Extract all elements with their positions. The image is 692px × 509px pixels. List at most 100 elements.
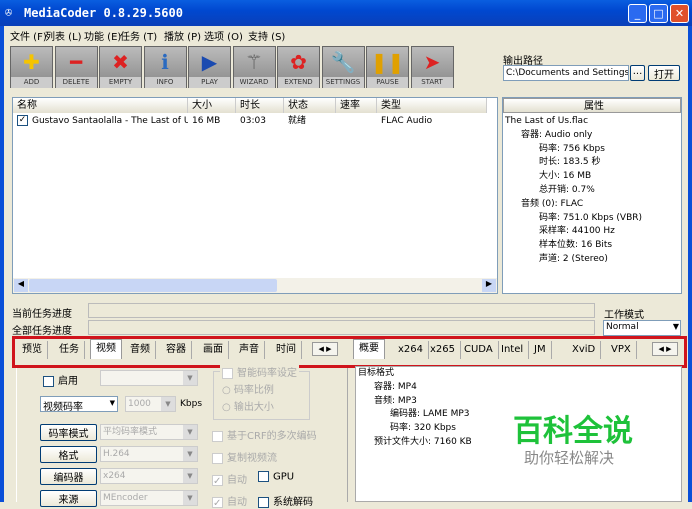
- rate-mode-select[interactable]: 平均码率模式 ▼: [100, 424, 198, 440]
- delete-icon: ━: [69, 50, 83, 74]
- column-header[interactable]: 名称: [13, 98, 188, 113]
- output-size-radio[interactable]: ○ 输出大小: [222, 398, 274, 413]
- maximize-button[interactable]: □: [649, 4, 668, 23]
- prop-item: 总开销: 0.7%: [539, 184, 595, 195]
- encoder-select[interactable]: x264 ▼: [100, 468, 198, 484]
- tab-left[interactable]: 音频: [125, 341, 156, 359]
- work-mode-label: 工作模式: [604, 310, 644, 321]
- scroll-left-icon[interactable]: ◀: [14, 279, 28, 292]
- open-button[interactable]: 打开: [648, 65, 680, 81]
- current-progress-bar: [88, 303, 595, 318]
- delete-button[interactable]: ━ DELETE: [54, 46, 98, 88]
- row-checkbox[interactable]: ✓: [17, 115, 28, 126]
- total-progress-label: 全部任务进度: [12, 326, 72, 337]
- left-tabs-scroll[interactable]: ◀ ▶: [312, 342, 338, 356]
- menu-item[interactable]: 任务 (T): [120, 28, 157, 43]
- tab-right[interactable]: CUDA: [459, 341, 499, 359]
- window-title: MediaCoder 0.8.29.5600: [24, 6, 183, 20]
- tab-left[interactable]: 任务: [54, 341, 85, 359]
- total-progress-bar: [88, 320, 595, 335]
- minimize-button[interactable]: _: [628, 4, 647, 23]
- empty-button[interactable]: ✖ EMPTY: [99, 46, 142, 88]
- work-mode-select[interactable]: Normal ▼: [603, 320, 681, 336]
- tab-left[interactable]: 画面: [198, 341, 229, 359]
- info-button[interactable]: ℹ INFO: [143, 46, 187, 88]
- summary-container: 容器: MP4: [374, 381, 417, 392]
- source-select[interactable]: MEncoder ▼: [100, 490, 198, 506]
- tab-right[interactable]: x265: [425, 341, 462, 359]
- pause-icon: ❚❚: [370, 50, 405, 74]
- bitrate-mode-select[interactable]: 视频码率 ▼: [40, 396, 118, 413]
- auto-checkbox[interactable]: ✓ 自动: [212, 471, 247, 487]
- toolbar-label: WIZARD: [233, 77, 275, 88]
- tab-left[interactable]: 声音: [234, 341, 265, 359]
- ratio-radio[interactable]: ○ 码率比例: [222, 381, 274, 396]
- tab-right[interactable]: JM: [529, 341, 552, 359]
- menu-item[interactable]: 列表 (L): [45, 28, 82, 43]
- enable-checkbox[interactable]: 启用: [43, 372, 78, 387]
- menu-item[interactable]: 文件 (F): [10, 28, 47, 43]
- scroll-thumb[interactable]: [29, 279, 277, 292]
- column-header[interactable]: 状态: [284, 98, 336, 113]
- bitrate-input[interactable]: 1000 ▼: [125, 396, 176, 412]
- cell-speed: [336, 113, 377, 129]
- column-header[interactable]: 速率: [336, 98, 377, 113]
- browse-button[interactable]: ...: [630, 65, 645, 81]
- column-header[interactable]: 类型: [377, 98, 487, 113]
- output-path-input[interactable]: C:\Documents and Settings\A: [503, 65, 629, 81]
- properties-header: 属性: [503, 98, 681, 113]
- system-decode-checkbox[interactable]: 系统解码: [258, 493, 313, 508]
- scroll-right-icon[interactable]: ▶: [482, 279, 496, 292]
- right-tabs-scroll[interactable]: ◀ ▶: [652, 342, 678, 356]
- tab-left[interactable]: 时间: [271, 341, 302, 359]
- format-button[interactable]: 格式: [40, 446, 97, 463]
- tab-right[interactable]: VPX: [606, 341, 637, 359]
- wizard-button[interactable]: ⚚ WIZARD: [232, 46, 276, 88]
- rate-mode-button[interactable]: 码率模式: [40, 424, 97, 441]
- menu-item[interactable]: 支持 (S): [248, 28, 285, 43]
- settings-button[interactable]: 🔧 SETTINGS: [321, 46, 365, 88]
- auto2-checkbox[interactable]: ✓ 自动: [212, 493, 247, 509]
- extend-button[interactable]: ✿ EXTEND: [277, 46, 320, 88]
- smart-bitrate-checkbox[interactable]: 智能码率设定: [220, 364, 299, 379]
- menu-item[interactable]: 播放 (P): [164, 28, 201, 43]
- tab-left[interactable]: 预览: [17, 341, 48, 359]
- prop-audio-item: 码率: 751.0 Kbps (VBR): [539, 212, 643, 223]
- title-bar: ✇ MediaCoder 0.8.29.5600: [0, 0, 692, 26]
- copy-stream-checkbox[interactable]: 复制视频流: [212, 449, 277, 464]
- encoder-button[interactable]: 编码器: [40, 468, 97, 485]
- play-button[interactable]: ▶ PLAY: [188, 46, 231, 88]
- toolbar-label: DELETE: [55, 77, 97, 88]
- tab-left[interactable]: 视频: [90, 339, 122, 359]
- column-header[interactable]: 大小: [188, 98, 236, 113]
- menu-item[interactable]: 选项 (O): [204, 28, 243, 43]
- prop-audio: 音频 (0): FLAC: [521, 198, 584, 209]
- crf-checkbox[interactable]: 基于CRF的多次编码: [212, 427, 317, 442]
- prop-file: The Last of Us.flac: [505, 116, 589, 126]
- kbps-label: Kbps: [180, 399, 203, 409]
- pause-button[interactable]: ❚❚ PAUSE: [366, 46, 409, 88]
- enable-select[interactable]: ▼: [100, 370, 198, 386]
- table-row[interactable]: ✓ Gustavo Santaolalla - The Last of Us 16…: [13, 113, 497, 129]
- menu-item[interactable]: 功能 (E): [84, 28, 121, 43]
- tab-left[interactable]: 容器: [161, 341, 192, 359]
- tab-right[interactable]: 概要: [353, 339, 385, 359]
- toolbar-label: ADD: [11, 77, 52, 88]
- horizontal-scrollbar[interactable]: ◀ ▶: [13, 278, 497, 293]
- column-header[interactable]: 时长: [236, 98, 284, 113]
- add-button[interactable]: ✚ ADD: [10, 46, 53, 88]
- start-button[interactable]: ➤ START: [410, 46, 454, 88]
- format-select[interactable]: H.264 ▼: [100, 446, 198, 462]
- cell-type: FLAC Audio: [381, 116, 433, 126]
- close-button[interactable]: ✕: [670, 4, 689, 23]
- source-button[interactable]: 来源: [40, 490, 97, 507]
- tab-right[interactable]: Intel: [496, 341, 530, 359]
- info-icon: ℹ: [161, 50, 169, 74]
- watermark-title: 百科全说: [513, 414, 633, 449]
- cell-duration: 03:03: [240, 116, 266, 126]
- tab-right[interactable]: XviD: [567, 341, 602, 359]
- gpu-checkbox[interactable]: GPU: [258, 471, 294, 483]
- tab-right[interactable]: x264: [393, 341, 430, 359]
- prop-item: 码率: 756 Kbps: [539, 143, 605, 154]
- properties-panel: 属性 The Last of Us.flac 容器: Audio only 码率…: [502, 97, 682, 294]
